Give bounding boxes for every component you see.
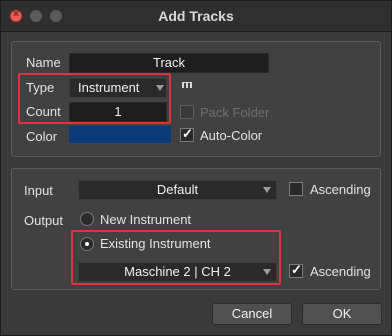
auto-color-label: Auto-Color xyxy=(200,128,263,143)
track-name-input[interactable]: Track xyxy=(69,53,269,73)
output-label: Output xyxy=(24,213,64,228)
name-label: Name xyxy=(26,55,61,70)
new-instrument-label: New Instrument xyxy=(100,212,192,227)
cancel-button[interactable]: Cancel xyxy=(212,303,292,325)
checkmark-icon: ✓ xyxy=(291,262,302,277)
input-value: Default xyxy=(156,182,199,197)
input-select[interactable]: Default xyxy=(78,180,277,200)
pack-folder-checkbox[interactable] xyxy=(180,105,194,119)
input-ascending-label: Ascending xyxy=(310,182,371,197)
pack-folder-label: Pack Folder xyxy=(200,105,270,120)
output-ascending-checkbox[interactable]: ✓ xyxy=(289,262,303,278)
auto-color-checkbox[interactable]: ✓ xyxy=(180,126,194,142)
track-type-icon xyxy=(182,82,192,88)
output-ascending-label: Ascending xyxy=(310,264,371,279)
color-label: Color xyxy=(26,129,58,144)
new-instrument-radio[interactable] xyxy=(80,212,94,226)
input-label: Input xyxy=(24,183,53,198)
highlight-type-count xyxy=(18,73,171,124)
track-color-swatch[interactable] xyxy=(69,126,171,143)
checkmark-icon: ✓ xyxy=(182,126,193,141)
highlight-existing-instrument xyxy=(71,230,281,285)
ok-button[interactable]: OK xyxy=(302,303,382,325)
input-ascending-checkbox[interactable] xyxy=(289,182,303,196)
add-tracks-dialog: × Add Tracks Name Track Type Instrument … xyxy=(0,0,392,336)
chevron-down-icon xyxy=(263,187,271,193)
window-title: Add Tracks xyxy=(158,8,234,24)
title-bar: × Add Tracks xyxy=(1,1,391,32)
